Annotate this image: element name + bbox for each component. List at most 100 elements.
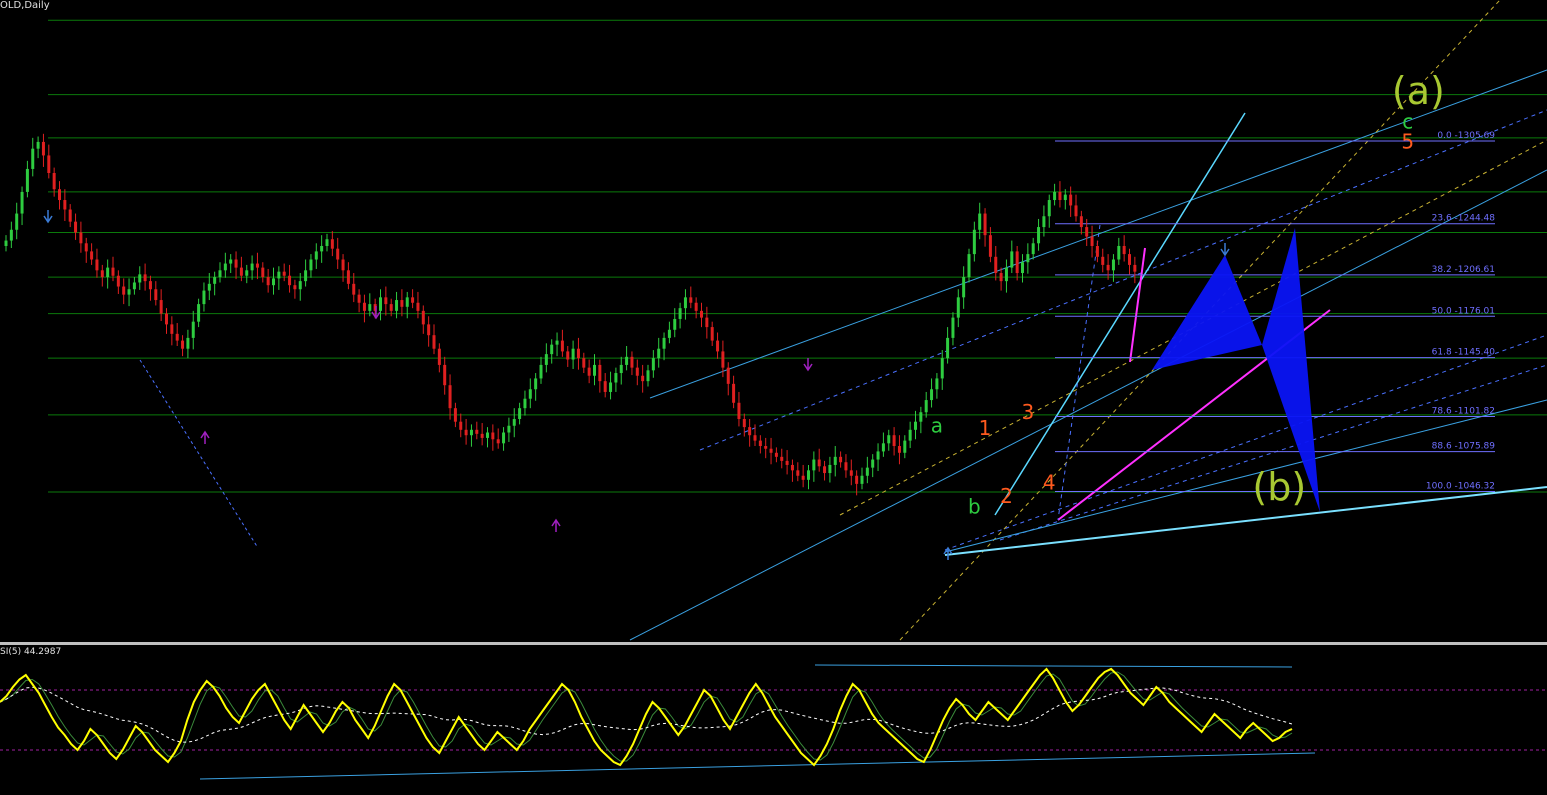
candle-body-22	[122, 286, 126, 295]
candle-body-139	[748, 427, 752, 436]
candle-body-205	[1101, 256, 1105, 265]
candle-body-176	[946, 337, 950, 359]
candle-body-75	[405, 297, 409, 307]
candle-body-162	[871, 459, 875, 468]
trend-line-8	[944, 486, 1547, 556]
candle-body-101	[544, 354, 548, 365]
candle-body-11	[63, 200, 67, 210]
candle-body-198	[1063, 194, 1067, 201]
candle-body-2	[15, 213, 19, 230]
candle-body-203	[1090, 236, 1094, 246]
candle-body-17	[95, 259, 99, 271]
candle-body-131	[705, 317, 709, 328]
candle-body-74	[400, 300, 404, 307]
candle-body-56	[304, 270, 308, 282]
wave-label-3: a	[931, 414, 943, 438]
candle-body-30	[165, 313, 168, 325]
candle-body-166	[892, 435, 896, 447]
candle-body-21	[116, 275, 120, 287]
candle-body-97	[523, 398, 527, 409]
fib-label-5: 78.6 -1101.82	[1432, 407, 1495, 417]
candle-body-93	[502, 432, 506, 444]
candle-body-145	[780, 456, 784, 461]
candle-body-191	[1026, 254, 1030, 263]
candle-body-64	[346, 270, 350, 284]
candle-body-68	[368, 304, 372, 311]
candle-body-26	[143, 274, 147, 282]
candle-body-61	[330, 239, 334, 249]
trend-line-4	[699, 109, 1547, 451]
candle-body-133	[716, 340, 720, 352]
candle-body-116	[625, 356, 629, 365]
candle-body-196	[1053, 191, 1057, 201]
candle-body-157	[844, 462, 848, 471]
candle-body-10	[58, 189, 61, 201]
candle-body-125	[673, 318, 677, 330]
candle-body-23	[127, 289, 131, 295]
candle-body-129	[694, 302, 698, 311]
candle-body-41	[223, 263, 227, 271]
candle-body-136	[732, 383, 736, 403]
candle-body-87	[469, 429, 473, 436]
candle-body-98	[528, 389, 532, 399]
candle-body-94	[507, 425, 511, 433]
candle-body-155	[833, 456, 837, 465]
candle-body-156	[839, 456, 843, 463]
candle-body-185	[994, 256, 998, 274]
candle-body-121	[651, 358, 655, 371]
candle-body-44	[239, 267, 243, 276]
fib-label-1: 23.6 -1244.48	[1432, 214, 1496, 224]
candle-body-120	[646, 370, 650, 382]
candle-body-52	[282, 271, 286, 276]
fib-label-7: 100.0 -1046.32	[1426, 482, 1495, 492]
candle-body-91	[491, 432, 495, 440]
candle-body-141	[758, 440, 762, 447]
fib-label-6: 88.6 -1075.89	[1432, 442, 1496, 452]
candle-body-138	[742, 418, 746, 428]
candle-body-19	[106, 267, 110, 278]
candle-body-105	[566, 351, 570, 360]
candle-body-3	[20, 191, 24, 214]
candle-body-167	[897, 446, 901, 453]
candle-body-83	[448, 385, 452, 409]
candle-body-183	[983, 213, 987, 236]
candle-body-37	[202, 290, 206, 305]
candle-body-1	[9, 229, 13, 241]
candle-body-151	[812, 459, 816, 471]
candle-body-159	[855, 475, 859, 484]
candle-body-58	[314, 251, 318, 260]
candle-body-48	[261, 267, 265, 278]
candle-body-7	[41, 141, 45, 156]
candle-body-77	[416, 302, 420, 311]
candle-body-211	[1133, 264, 1137, 272]
trend-line-11	[1057, 224, 1101, 521]
fractal-arrow-icon-6	[1220, 243, 1230, 257]
fib-label-4: 61.8 -1145.40	[1432, 348, 1496, 358]
candle-body-62	[336, 248, 340, 260]
candle-body-49	[266, 277, 270, 286]
candle-body-67	[362, 302, 366, 311]
candle-body-152	[817, 459, 821, 467]
candle-body-193	[1037, 227, 1041, 244]
candle-body-112	[603, 381, 607, 392]
candle-body-100	[539, 364, 543, 379]
candle-body-150	[807, 470, 810, 480]
candle-body-31	[170, 324, 174, 334]
candle-body-85	[459, 421, 463, 430]
candle-body-89	[480, 433, 484, 438]
candle-body-190	[1021, 262, 1024, 274]
candle-body-148	[796, 470, 800, 476]
candle-body-160	[860, 475, 864, 484]
candle-body-200	[1074, 205, 1078, 217]
candle-body-188	[1010, 251, 1014, 268]
candle-body-66	[357, 294, 361, 303]
candle-body-118	[635, 367, 639, 376]
fib-label-2: 38.2 -1206.61	[1432, 265, 1495, 275]
candle-body-60	[325, 239, 329, 246]
candle-body-81	[437, 348, 441, 365]
candle-body-34	[186, 337, 190, 349]
candle-body-119	[641, 375, 645, 382]
candle-body-5	[31, 148, 35, 169]
symbol-label: OLD,Daily	[0, 0, 50, 11]
candle-body-172	[924, 400, 928, 413]
